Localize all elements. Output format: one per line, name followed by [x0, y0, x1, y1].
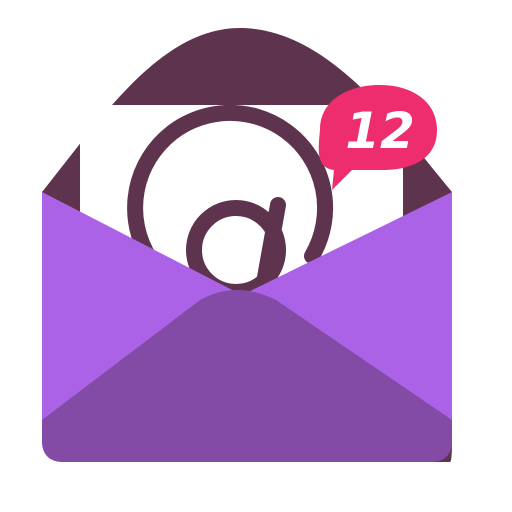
app-icon-container[interactable]: 12 [0, 0, 512, 512]
mail-app-icon[interactable]: 12 [0, 0, 512, 512]
badge-count: 12 [345, 102, 415, 160]
